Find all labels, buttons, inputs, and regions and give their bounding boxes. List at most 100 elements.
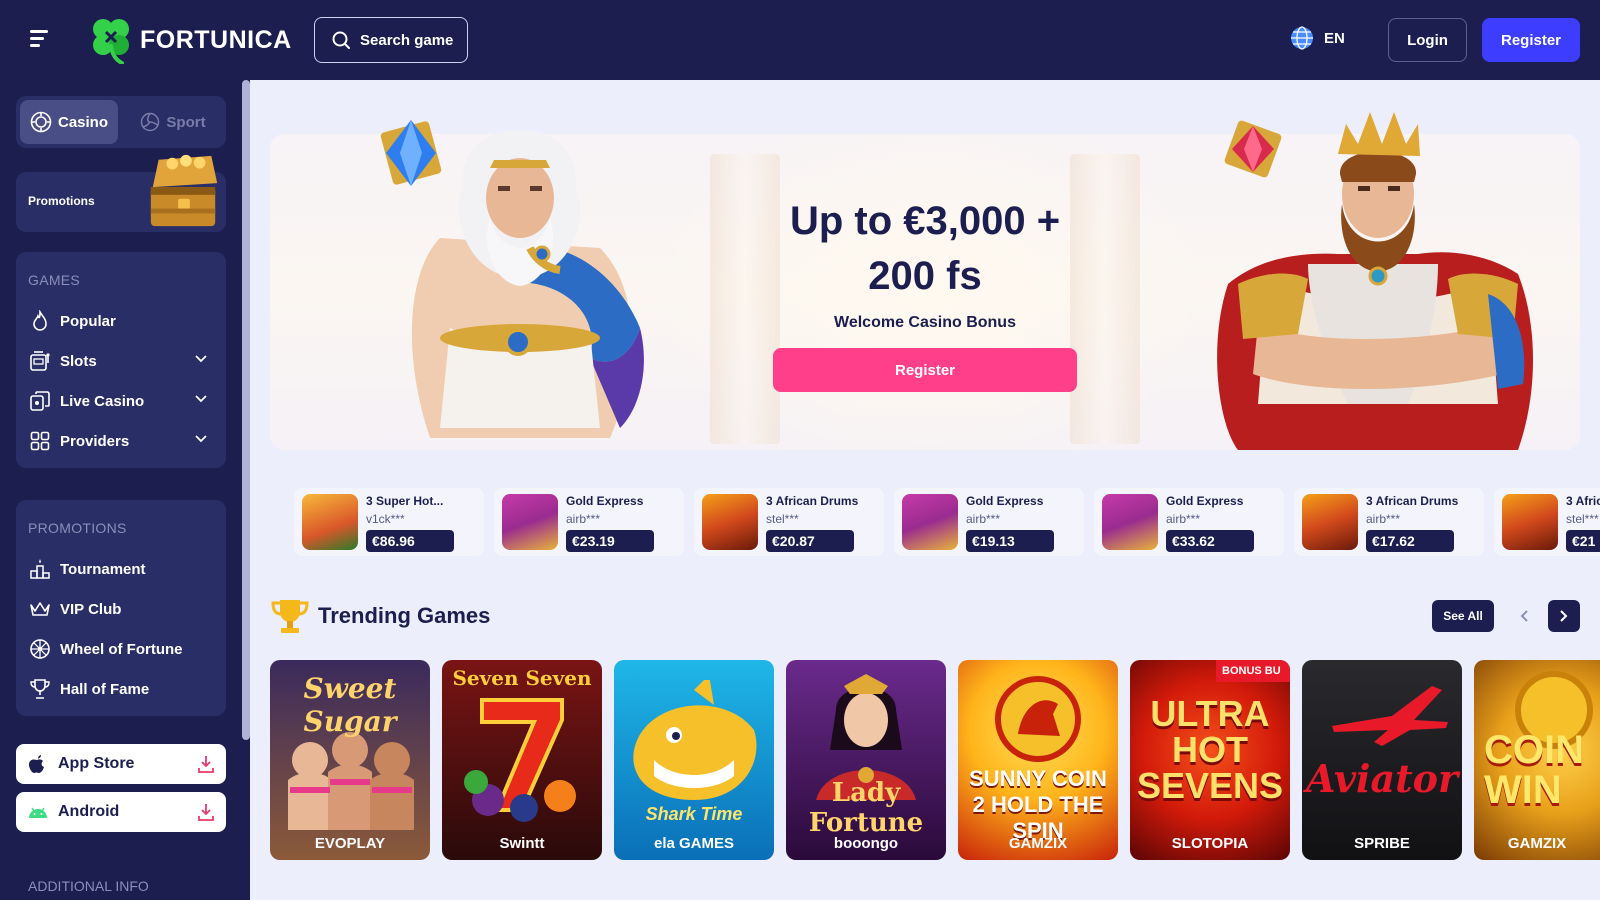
game-provider: ela GAMES [653,835,735,852]
hero-register-button[interactable]: Register [773,348,1077,392]
trophy-icon [28,677,52,701]
volleyball-icon [141,112,160,132]
game-provider: GAMZIX [1507,835,1567,852]
podium-icon [28,557,52,581]
games-title: GAMES [28,272,81,288]
sport-tab[interactable]: Sport [124,100,222,144]
game-thumbnail [702,494,758,550]
trending-title: Trending Games [318,603,491,628]
chevron-right-icon [1560,610,1568,622]
sidebar: Casino Sport Promotions GAMES Popular Sl… [0,80,242,900]
prev-button[interactable] [1508,600,1540,632]
sidebar-item-label: Wheel of Fortune [60,640,183,658]
game-art [995,676,1081,762]
game-provider: Swintt [499,835,545,852]
game-title: Shark Time [645,804,743,824]
game-thumbnail [1502,494,1558,550]
winner-card[interactable]: 3 African Drums airb*** €17.62 [1294,488,1484,556]
game-thumbnail [902,494,958,550]
sidebar-scrollbar[interactable] [242,80,250,740]
winner-user: airb*** [1366,512,1401,526]
chevron-down-icon[interactable] [194,354,208,364]
sidebar-item-wheel-of-fortune[interactable]: Wheel of Fortune [28,634,214,664]
chevron-down-icon[interactable] [194,394,208,404]
game-tile[interactable]: COIN WIN GAMZIX [1474,660,1600,860]
register-button[interactable]: Register [1482,18,1580,62]
game-thumbnail [1102,494,1158,550]
promotions-panel: PROMOTIONS Tournament VIP Club Wheel of … [16,500,226,716]
game-provider: SLOTOPIA [1171,835,1249,852]
app-store-button[interactable]: App Store [16,744,226,784]
winner-game: 3 African Drums [766,494,859,508]
game-tile[interactable]: Seven Seven Swintt [442,660,602,860]
winner-card[interactable]: 3 African Drums stel*** €21 [1494,488,1600,556]
additional-info-title: ADDITIONAL INFO [28,878,149,894]
chevron-left-icon [1520,610,1528,622]
game-tile[interactable]: BONUS BU ULTRA HOT SEVENS SLOTOPIA [1130,660,1290,860]
winner-user: airb*** [966,512,1001,526]
sidebar-item-popular[interactable]: Popular [28,306,214,336]
games-panel: GAMES Popular Slots Live Casino Provider… [16,252,226,468]
logo[interactable]: FORTUNICA [90,16,292,64]
sidebar-item-live-casino[interactable]: Live Casino [28,386,214,416]
game-thumbnail [1302,494,1358,550]
game-thumbnail [302,494,358,550]
wheel-icon [28,637,52,661]
sidebar-item-tournament[interactable]: Tournament [28,554,214,584]
game-thumbnail [502,494,558,550]
globe-icon [1291,26,1313,50]
menu-icon[interactable] [30,30,50,48]
search-button[interactable]: Search game [314,17,468,63]
airplane-icon [1332,686,1448,746]
see-all-button[interactable]: See All [1432,600,1494,632]
winner-amount: €33.62 [1166,530,1254,552]
search-icon [332,31,350,49]
android-button[interactable]: Android [16,792,226,832]
game-tile[interactable]: Shark Time ela GAMES [614,660,774,860]
game-provider: booongo [833,835,899,852]
next-button[interactable] [1548,600,1580,632]
game-tile[interactable]: Aviator SPRIBE [1302,660,1462,860]
game-title: Seven Seven [452,666,592,690]
sidebar-item-label: VIP Club [60,600,122,618]
winner-game: Gold Express [966,494,1044,508]
sidebar-item-label: Popular [60,312,116,330]
winner-user: stel*** [766,512,799,526]
winner-card[interactable]: Gold Express airb*** €33.62 [1094,488,1284,556]
sidebar-item-providers[interactable]: Providers [28,426,214,456]
logo-text: FORTUNICA [140,25,292,54]
game-title: Lady Fortune [808,778,924,838]
download-icon [198,804,214,821]
sidebar-item-label: Live Casino [60,392,145,410]
game-tile[interactable]: Lady Fortune booongo [786,660,946,860]
language-selector[interactable]: EN [1290,26,1345,50]
winner-amount: €20.87 [766,530,854,552]
winner-card[interactable]: 3 African Drums stel*** €20.87 [694,488,884,556]
slot-machine-icon [28,349,52,373]
promotions-card-label: Promotions [28,194,95,208]
sidebar-item-vip-club[interactable]: VIP Club [28,594,214,624]
winner-card[interactable]: 3 Super Hot... v1ck*** €86.96 [294,488,484,556]
winner-game: 3 Super Hot... [366,494,444,508]
winner-card[interactable]: Gold Express airb*** €23.19 [494,488,684,556]
game-art [464,698,576,822]
winner-game: Gold Express [566,494,644,508]
treasure-chest-icon [150,154,218,227]
casino-tab[interactable]: Casino [20,100,118,144]
cards-icon [28,389,52,413]
winner-amount: €86.96 [366,530,454,552]
chevron-down-icon[interactable] [194,434,208,444]
game-tile[interactable]: Sweet Sugar EVOPLAY [270,660,430,860]
sidebar-item-hall-of-fame[interactable]: Hall of Fame [28,674,214,704]
top-bar: FORTUNICA Search game EN Login Register [0,0,1600,80]
game-title: COIN WIN [1484,728,1584,812]
bonus-badge: BONUS BU [1216,660,1290,682]
game-provider: GAMZIX [1008,835,1068,852]
game-provider: EVOPLAY [314,835,386,852]
login-button[interactable]: Login [1388,18,1467,62]
sidebar-item-slots[interactable]: Slots [28,346,214,376]
ruby-gem-icon [1224,120,1282,178]
winner-card[interactable]: Gold Express airb*** €19.13 [894,488,1084,556]
game-tile[interactable]: SUNNY COIN 2 HOLD THE SPIN GAMZIX [958,660,1118,860]
android-icon [28,802,48,822]
